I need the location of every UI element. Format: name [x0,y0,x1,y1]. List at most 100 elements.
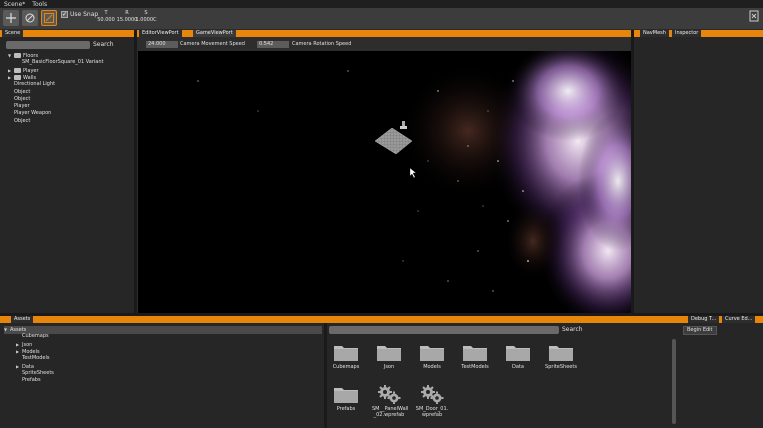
tab-game-viewport[interactable]: GameViewPort [193,30,237,37]
menu-scene[interactable]: Scene* [4,1,25,8]
camera-rot-speed-label: Camera Rotation Speed [292,41,352,47]
asset-label: Cubemaps [332,364,360,370]
checkmark-icon: ✓ [61,10,68,18]
asset-folder[interactable]: Data [501,342,535,370]
asset-prefab[interactable]: SM__PanelWall _02.wprefab [372,384,409,418]
scene-tree-item[interactable]: Directional Light [14,81,55,88]
scene-tree-item[interactable]: Object [14,118,30,125]
begin-edit-button[interactable]: Begin Edit [683,326,717,335]
snap-scale-value: 1.0000C [135,17,157,23]
toolbar: ✓ Use Snap T 50.000 R 15.0000 S 1.0000C [0,8,763,29]
assets-tree-label: Prefabs [22,377,41,384]
assets-tree-item[interactable]: TestModels [16,355,49,362]
scene-tree-label: Object [14,117,31,124]
scene-tree-item[interactable]: SM_BasicFloorSquare_01 Variant [22,59,103,66]
assets-tree-panel: ▼ Assets Cubemaps ▶ Json ▶ Models TestModels ▶ Da… [0,323,324,428]
tab-assets[interactable]: Assets [11,316,35,323]
asset-label: SM__PanelWall _02.wprefab [372,406,409,418]
scene-tree-label: SM_BasicFloorSquare_01 Variant [22,59,104,66]
asset-label: SM_Door_01. wprefab [415,406,449,418]
scene-tree-label: Player [23,67,39,74]
asset-label: Models [423,364,441,370]
tab-curve-editor[interactable]: Curve Ed... [722,316,757,323]
scene-tree-label: Object [14,95,31,102]
editor-viewport-canvas[interactable] [138,51,631,313]
assets-panel-header: Assets [0,316,679,323]
asset-label: SpriteSheets [545,364,577,370]
rotate-tool-button[interactable] [22,10,38,26]
move-tool-button[interactable] [3,10,19,26]
scene-panel-header: Scene [0,30,134,37]
scene-tree-label: Player Weapon [14,110,52,117]
scale-icon [44,13,54,23]
scene-search-label: Search [93,41,114,48]
scene-tree-label: Walls [23,74,37,81]
camera-move-speed-input[interactable]: 24.000 [146,41,178,48]
tab-debug[interactable]: Debug T... [688,316,721,323]
assets-tree-item[interactable]: SpriteSheets [16,370,54,377]
assets-tree-item[interactable]: Cubemaps [16,333,49,340]
folder-icon [505,342,531,362]
tab-navmesh[interactable]: NavMesh [640,30,670,37]
assets-tree-label: Json [22,341,33,348]
assets-browser: Search Cubemaps Json Models TestModels Data S… [327,323,679,428]
gear-icon [419,384,445,404]
asset-prefab[interactable]: SM_Door_01. wprefab [415,384,449,418]
space-skybox [138,51,631,313]
assets-search-label: Search [562,326,583,333]
menu-tools[interactable]: Tools [32,1,47,8]
assets-tree-label: TestModels [22,355,50,362]
folder-icon [14,53,21,58]
folder-icon [14,67,21,73]
scale-tool-button[interactable] [41,10,57,26]
right-panel-header: NavMesh Inspector [634,30,763,37]
asset-label: Prefabs [336,406,356,412]
assets-tree-label: Models [22,348,40,355]
assets-tree-item[interactable]: ▼ Assets [4,326,322,334]
snap-scale[interactable]: S 1.0000C [134,10,158,24]
assets-tree-label: SpriteSheets [22,369,54,376]
scene-tree-label: Object [14,88,31,95]
inspector-panel [634,37,763,313]
scene-panel: Search ▼ Floors SM_BasicFloorSquare_01 Var… [0,37,134,313]
tab-inspector[interactable]: Inspector [672,30,703,37]
scene-tree-item[interactable]: Player [14,103,30,110]
gear-icon [376,384,402,404]
folder-icon [333,342,359,362]
asset-folder[interactable]: Json [372,342,406,370]
scene-tree-label: Directional Light [14,81,56,88]
assets-tree-item[interactable]: Prefabs [16,377,41,384]
camera-rot-speed-input[interactable]: 0.542 [257,41,289,48]
asset-label: TestModels [461,364,489,370]
folder-icon [419,342,445,362]
scene-tree-label: Floors [23,53,39,59]
assets-tree-label: Assets [10,327,27,333]
assets-tree-label: Data [22,363,34,370]
viewport-panel-header: EditorViewPort GameViewPort [137,30,632,37]
assets-scrollbar[interactable] [672,339,676,424]
asset-label: Json [383,364,395,370]
window-close-icon[interactable] [749,10,759,22]
folder-icon [462,342,488,362]
assets-tree-label: Cubemaps [22,333,49,340]
asset-folder[interactable]: Prefabs [329,384,363,412]
asset-folder[interactable]: TestModels [458,342,492,370]
tab-editor-viewport[interactable]: EditorViewPort [139,30,183,37]
scene-search-input[interactable] [6,41,90,49]
snap-scale-header: S [144,10,148,16]
asset-folder[interactable]: Cubemaps [329,342,363,370]
asset-folder[interactable]: Models [415,342,449,370]
folder-icon [376,342,402,362]
scene-tree-item[interactable]: Object [14,96,30,103]
rotate-icon [25,13,35,23]
asset-label: Data [512,364,524,370]
folder-icon [548,342,574,362]
asset-folder[interactable]: SpriteSheets [544,342,578,370]
curve-editor-panel: Begin Edit [679,323,763,428]
scene-tree-item[interactable]: Object [14,89,30,96]
use-snap-checkbox[interactable]: ✓ [61,11,68,18]
scene-tree-label: Player [14,103,30,110]
assets-search-input[interactable] [329,326,559,334]
tab-scene[interactable]: Scene [2,30,25,37]
scene-tree-item[interactable]: Player Weapon [14,110,51,117]
